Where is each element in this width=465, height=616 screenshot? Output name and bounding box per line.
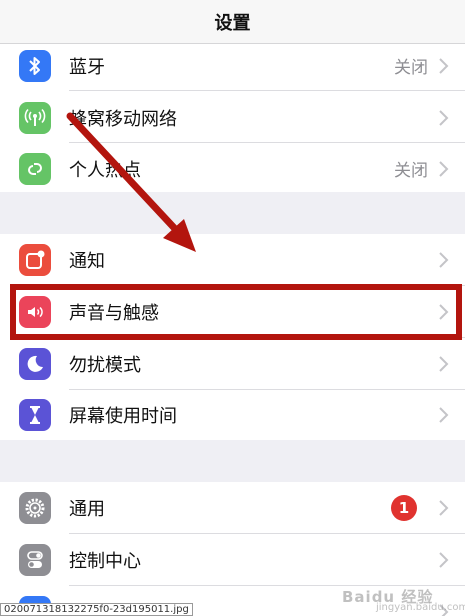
settings-row-value: 关闭: [394, 58, 428, 78]
moon-icon: [19, 347, 51, 380]
filename-tooltip: 020071318132275f0-23d195011.jpg: [0, 603, 193, 616]
chevron-right-icon: [439, 355, 449, 372]
personal-hotspot-icon: [19, 152, 51, 185]
chevron-right-icon: [439, 499, 449, 516]
settings-row-value: 关闭: [394, 161, 428, 181]
chevron-right-icon: [439, 551, 449, 568]
bluetooth-icon: [19, 49, 51, 82]
cellular-antenna-icon: [19, 101, 51, 134]
speaker-icon: [19, 295, 51, 328]
chevron-right-icon: [439, 109, 449, 126]
settings-row-label: 蜂窝移动网络: [69, 108, 177, 130]
notification-badge: 1: [391, 494, 417, 521]
settings-group-connectivity: 蓝牙 关闭 蜂窝移动网络 个人热点 关闭: [0, 44, 465, 192]
settings-row-label: 屏幕使用时间: [69, 405, 177, 427]
settings-group-notifications: 通知 声音与触感 勿扰模式 屏幕使用时间: [0, 234, 465, 440]
settings-row-sounds-haptics[interactable]: 声音与触感: [0, 286, 465, 337]
settings-row-label: 控制中心: [69, 550, 141, 572]
chevron-right-icon: [439, 160, 449, 177]
watermark-url: jingyan.baidu.com: [376, 602, 465, 613]
toggles-icon: [19, 543, 51, 576]
settings-row-label: 勿扰模式: [69, 354, 141, 376]
settings-row-do-not-disturb[interactable]: 勿扰模式: [0, 338, 465, 389]
settings-row-label: 蓝牙: [69, 56, 105, 78]
page-title: 设置: [214, 12, 251, 34]
chevron-right-icon: [439, 303, 449, 320]
settings-row-label: 通知: [69, 250, 105, 272]
chevron-right-icon: [439, 406, 449, 423]
gear-icon: [19, 491, 51, 524]
settings-row-bluetooth[interactable]: 蓝牙 关闭: [0, 40, 465, 91]
settings-row-personal-hotspot[interactable]: 个人热点 关闭: [0, 143, 465, 194]
settings-row-label: 声音与触感: [69, 302, 159, 324]
settings-row-notifications[interactable]: 通知: [0, 234, 465, 285]
settings-row-label: 个人热点: [69, 159, 141, 181]
settings-row-general[interactable]: 通用 1: [0, 482, 465, 533]
chevron-right-icon: [439, 57, 449, 74]
hourglass-icon: [19, 398, 51, 431]
navigation-bar: 设置: [0, 0, 465, 44]
settings-row-label: 通用: [69, 498, 105, 520]
settings-row-cellular[interactable]: 蜂窝移动网络: [0, 92, 465, 143]
notifications-icon: [19, 243, 51, 276]
chevron-right-icon: [439, 251, 449, 268]
settings-row-control-center[interactable]: 控制中心: [0, 534, 465, 585]
settings-row-screen-time[interactable]: 屏幕使用时间: [0, 389, 465, 440]
